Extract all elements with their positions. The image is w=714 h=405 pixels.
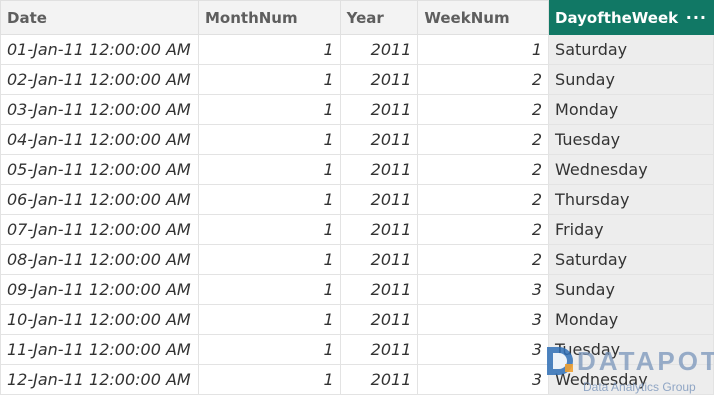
cell-weeknum[interactable]: 2: [417, 214, 550, 245]
cell-year[interactable]: 2011: [339, 64, 419, 95]
cell-year[interactable]: 2011: [339, 244, 419, 275]
column-header-dayoftheweek[interactable]: DayoftheWeek ···: [548, 0, 714, 35]
cell-date[interactable]: 08-Jan-11 12:00:00 AM: [0, 244, 199, 275]
cell-date[interactable]: 03-Jan-11 12:00:00 AM: [0, 94, 199, 125]
table-row[interactable]: 04-Jan-11 12:00:00 AM 1 2011 2 Tuesday: [0, 124, 714, 155]
cell-monthnum[interactable]: 1: [197, 304, 341, 335]
cell-dayoftheweek[interactable]: Saturday: [548, 244, 714, 275]
cell-date[interactable]: 11-Jan-11 12:00:00 AM: [0, 334, 199, 365]
cell-dayoftheweek[interactable]: Monday: [548, 304, 714, 335]
cell-dayoftheweek[interactable]: Sunday: [548, 274, 714, 305]
cell-monthnum[interactable]: 1: [197, 154, 341, 185]
more-options-icon[interactable]: ···: [686, 8, 707, 27]
cell-weeknum[interactable]: 2: [417, 124, 550, 155]
cell-weeknum[interactable]: 3: [417, 334, 550, 365]
cell-monthnum[interactable]: 1: [197, 334, 341, 365]
cell-year[interactable]: 2011: [339, 334, 419, 365]
cell-date[interactable]: 04-Jan-11 12:00:00 AM: [0, 124, 199, 155]
cell-monthnum[interactable]: 1: [197, 94, 341, 125]
cell-weeknum[interactable]: 2: [417, 244, 550, 275]
cell-monthnum[interactable]: 1: [197, 64, 341, 95]
cell-monthnum[interactable]: 1: [197, 244, 341, 275]
cell-dayoftheweek[interactable]: Monday: [548, 94, 714, 125]
table-row[interactable]: 07-Jan-11 12:00:00 AM 1 2011 2 Friday: [0, 214, 714, 245]
cell-year[interactable]: 2011: [339, 154, 419, 185]
table-row[interactable]: 02-Jan-11 12:00:00 AM 1 2011 2 Sunday: [0, 64, 714, 95]
cell-weeknum[interactable]: 3: [417, 364, 550, 395]
cell-monthnum[interactable]: 1: [197, 34, 341, 65]
table-row[interactable]: 03-Jan-11 12:00:00 AM 1 2011 2 Monday: [0, 94, 714, 125]
cell-date[interactable]: 09-Jan-11 12:00:00 AM: [0, 274, 199, 305]
cell-monthnum[interactable]: 1: [197, 124, 341, 155]
table-row[interactable]: 10-Jan-11 12:00:00 AM 1 2011 3 Monday: [0, 304, 714, 335]
table-row[interactable]: 11-Jan-11 12:00:00 AM 1 2011 3 Tuesday: [0, 334, 714, 365]
cell-date[interactable]: 06-Jan-11 12:00:00 AM: [0, 184, 199, 215]
cell-monthnum[interactable]: 1: [197, 364, 341, 395]
grid-body: 01-Jan-11 12:00:00 AM 1 2011 1 Saturday 02-Ja…: [0, 34, 714, 395]
cell-weeknum[interactable]: 2: [417, 154, 550, 185]
cell-monthnum[interactable]: 1: [197, 274, 341, 305]
cell-dayoftheweek[interactable]: Saturday: [548, 34, 714, 65]
data-grid: Date MonthNum Year WeekNum DayoftheWeek …: [0, 0, 714, 395]
table-row[interactable]: 09-Jan-11 12:00:00 AM 1 2011 3 Sunday: [0, 274, 714, 305]
cell-year[interactable]: 2011: [339, 364, 419, 395]
cell-year[interactable]: 2011: [339, 34, 419, 65]
cell-year[interactable]: 2011: [339, 124, 419, 155]
cell-year[interactable]: 2011: [339, 304, 419, 335]
column-header-label: DayoftheWeek: [555, 8, 679, 27]
cell-year[interactable]: 2011: [339, 184, 419, 215]
column-header-date[interactable]: Date: [0, 0, 199, 35]
cell-date[interactable]: 07-Jan-11 12:00:00 AM: [0, 214, 199, 245]
cell-date[interactable]: 02-Jan-11 12:00:00 AM: [0, 64, 199, 95]
cell-dayoftheweek[interactable]: Friday: [548, 214, 714, 245]
cell-date[interactable]: 01-Jan-11 12:00:00 AM: [0, 34, 199, 65]
cell-weeknum[interactable]: 3: [417, 274, 550, 305]
cell-year[interactable]: 2011: [339, 214, 419, 245]
cell-weeknum[interactable]: 2: [417, 94, 550, 125]
cell-dayoftheweek[interactable]: Tuesday: [548, 124, 714, 155]
table-row[interactable]: 05-Jan-11 12:00:00 AM 1 2011 2 Wednesday: [0, 154, 714, 185]
cell-dayoftheweek[interactable]: Sunday: [548, 64, 714, 95]
cell-date[interactable]: 12-Jan-11 12:00:00 AM: [0, 364, 199, 395]
table-row[interactable]: 08-Jan-11 12:00:00 AM 1 2011 2 Saturday: [0, 244, 714, 275]
cell-dayoftheweek[interactable]: Wednesday: [548, 364, 714, 395]
cell-weeknum[interactable]: 2: [417, 64, 550, 95]
cell-monthnum[interactable]: 1: [197, 184, 341, 215]
cell-year[interactable]: 2011: [339, 274, 419, 305]
table-row[interactable]: 06-Jan-11 12:00:00 AM 1 2011 2 Thursday: [0, 184, 714, 215]
table-row[interactable]: 01-Jan-11 12:00:00 AM 1 2011 1 Saturday: [0, 34, 714, 65]
cell-year[interactable]: 2011: [339, 94, 419, 125]
column-header-weeknum[interactable]: WeekNum: [417, 0, 550, 35]
table-row[interactable]: 12-Jan-11 12:00:00 AM 1 2011 3 Wednesday: [0, 364, 714, 395]
column-header-year[interactable]: Year: [339, 0, 419, 35]
header-row: Date MonthNum Year WeekNum DayoftheWeek …: [0, 0, 714, 35]
column-header-monthnum[interactable]: MonthNum: [197, 0, 341, 35]
cell-monthnum[interactable]: 1: [197, 214, 341, 245]
cell-dayoftheweek[interactable]: Wednesday: [548, 154, 714, 185]
cell-dayoftheweek[interactable]: Thursday: [548, 184, 714, 215]
cell-dayoftheweek[interactable]: Tuesday: [548, 334, 714, 365]
cell-date[interactable]: 05-Jan-11 12:00:00 AM: [0, 154, 199, 185]
cell-weeknum[interactable]: 1: [417, 34, 550, 65]
cell-date[interactable]: 10-Jan-11 12:00:00 AM: [0, 304, 199, 335]
cell-weeknum[interactable]: 2: [417, 184, 550, 215]
cell-weeknum[interactable]: 3: [417, 304, 550, 335]
